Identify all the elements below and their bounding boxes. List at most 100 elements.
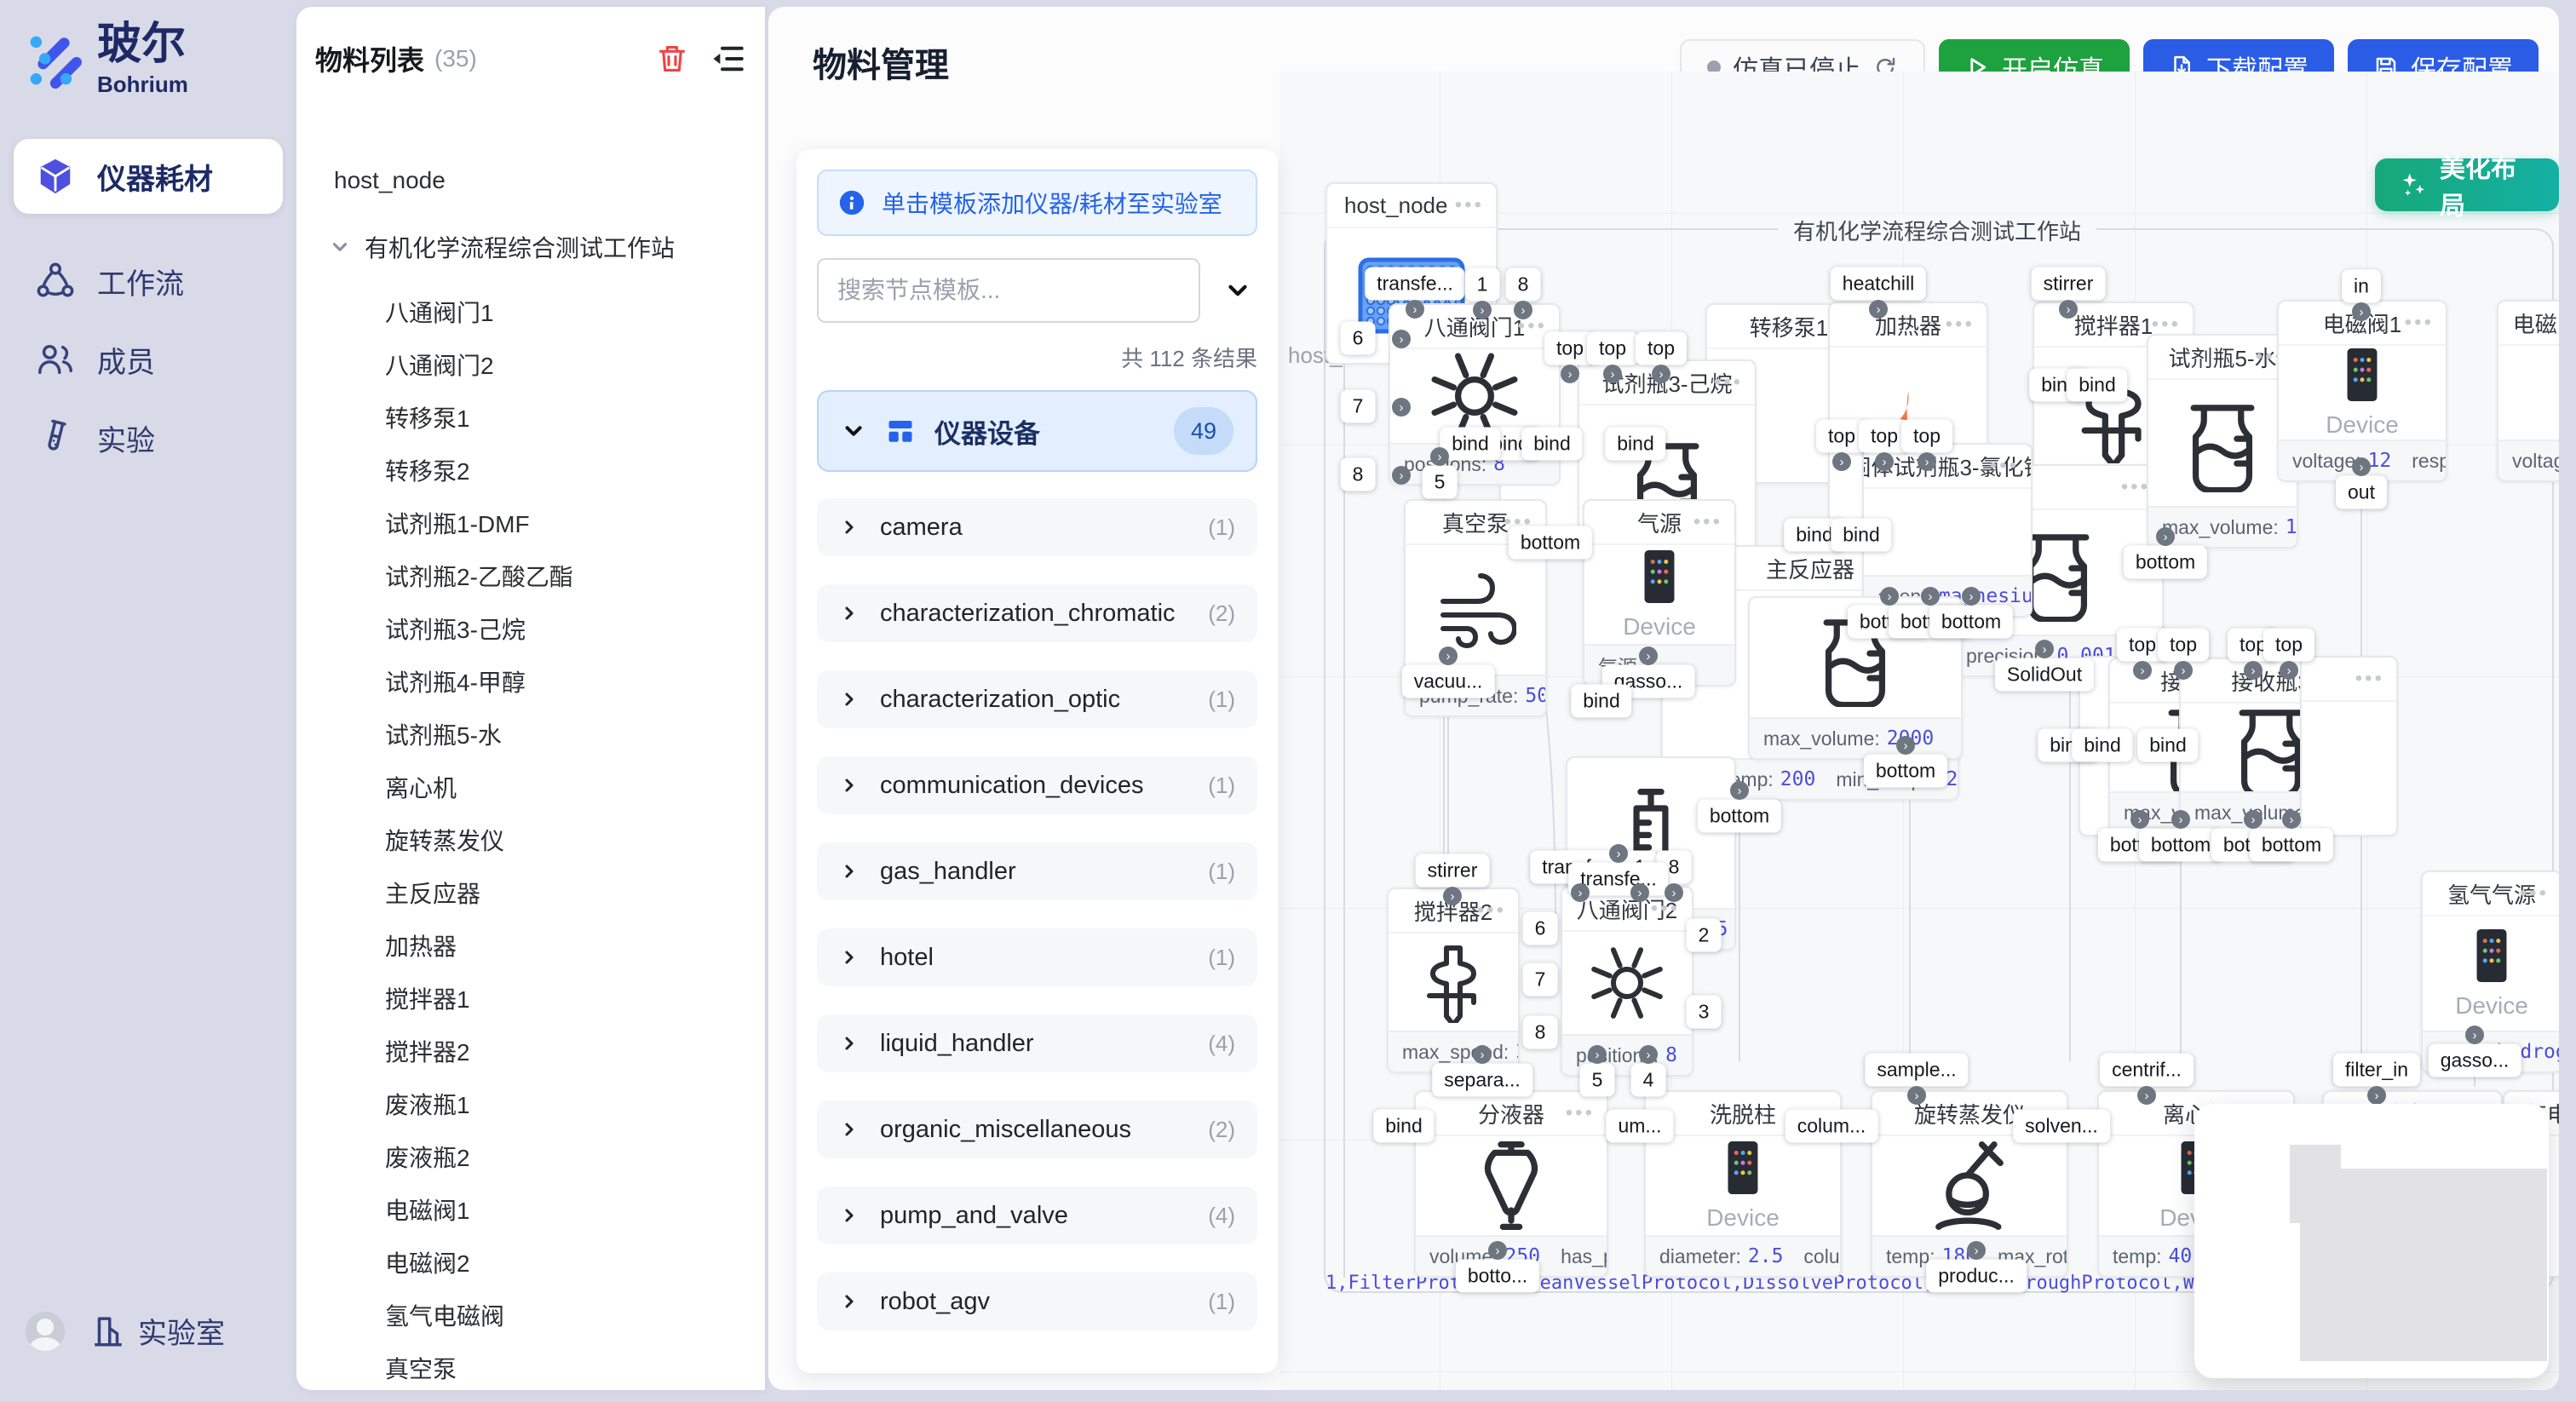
port-dot-icon[interactable]: › [1652,365,1670,383]
tree-item[interactable]: 离心机 [385,770,457,804]
tree-item[interactable]: 八通阀门2 [385,348,494,382]
chevron-down-icon[interactable] [1223,276,1252,305]
port-chip-5[interactable]: 5 [1580,1064,1615,1097]
port-chip-gasso[interactable]: gasso... [2429,1044,2521,1077]
port-chip-6[interactable]: 6 [1341,322,1376,355]
tree-item[interactable]: 搅拌器1 [385,981,470,1015]
port-chip-top[interactable]: top [2158,629,2209,662]
port-chip-bind[interactable]: bind [2072,729,2132,762]
port-dot-icon[interactable]: › [2156,527,2175,546]
node-menu-icon[interactable]: ••• [2405,302,2434,344]
port-chip-7[interactable]: 7 [1523,963,1558,997]
tree-group-workstation[interactable]: 有机化学流程综合测试工作站 [329,230,675,264]
port-dot-icon[interactable]: › [1921,587,1940,606]
port-chip-transfe[interactable]: transfe... [1365,267,1464,301]
port-chip-botto[interactable]: botto... [1456,1260,1539,1293]
port-dot-icon[interactable]: › [1832,452,1851,471]
category-row-camera[interactable]: camera (1) [817,498,1257,556]
tree-item[interactable]: 电磁阀1 [385,1192,470,1227]
canvas-node-气源[interactable]: 气源••• Device气源 [1583,499,1736,687]
canvas-node-试剂瓶5-水[interactable]: 试剂瓶5-水••• max_volume:1000 [2147,334,2298,549]
port-chip-bind[interactable]: bind [1521,428,1582,461]
port-chip-1[interactable]: 1 [1465,268,1500,302]
port-chip-bind[interactable]: bind [2137,729,2198,762]
port-chip-bind[interactable]: bind [1571,685,1631,718]
port-chip-4[interactable]: 4 [1631,1064,1666,1097]
port-dot-icon[interactable]: › [1488,1241,1507,1260]
flow-canvas[interactable]: 有机化学流程综合测试工作站host_node••• 转移泵1•••八通阀门1••… [1279,72,2559,1390]
category-group-instruments[interactable]: 仪器设备 49 [817,390,1257,472]
port-chip-bottom[interactable]: bottom [1929,606,2013,639]
port-chip-bottom[interactable]: bottom [2139,829,2222,862]
port-chip-filter_in[interactable]: filter_in [2333,1054,2420,1087]
tree-item[interactable]: 转移泵2 [385,453,470,487]
port-dot-icon[interactable]: › [1561,365,1579,383]
port-chip-bind[interactable]: bind [2067,369,2127,402]
port-dot-icon[interactable]: › [2244,810,2263,829]
tree-item[interactable]: 试剂瓶1-DMF [385,506,530,540]
node-menu-icon[interactable]: ••• [1990,445,2019,487]
category-row-characterization_chromatic[interactable]: characterization_chromatic (2) [817,584,1257,642]
category-row-gas_handler[interactable]: gas_handler (1) [817,842,1257,900]
tree-item[interactable]: 试剂瓶2-乙酸乙酯 [385,559,573,593]
sidebar-item-instruments[interactable]: 仪器耗材 [14,139,283,214]
port-chip-in[interactable]: in [2342,270,2381,303]
port-dot-icon[interactable]: › [2171,810,2190,829]
canvas-node-电磁阀2[interactable]: 电磁阀2voltage:12 [2497,300,2559,482]
tree-item[interactable]: 主反应器 [385,876,480,910]
port-dot-icon[interactable]: › [2282,810,2301,829]
port-chip-colum[interactable]: colum... [1785,1110,1878,1143]
sidebar-item-members[interactable]: 成员 [14,334,283,385]
tree-item[interactable]: 氢气电磁阀 [385,1298,504,1332]
port-dot-icon[interactable]: › [1967,1241,1986,1260]
port-chip-8[interactable]: 8 [1523,1016,1558,1049]
category-row-organic_miscellaneous[interactable]: organic_miscellaneous (2) [817,1100,1257,1158]
port-dot-icon[interactable]: › [1392,330,1411,348]
port-chip-2[interactable]: 2 [1687,919,1722,952]
tree-item[interactable]: 旋转蒸发仪 [385,823,504,857]
canvas-node-电磁阀1[interactable]: 电磁阀1••• Devicevoltage:12response_time:0.… [2277,300,2447,482]
port-dot-icon[interactable]: › [2352,457,2371,476]
minimap-panel[interactable] [2194,1104,2549,1378]
category-row-pump_and_valve[interactable]: pump_and_valve (4) [817,1187,1257,1244]
port-chip-bottom[interactable]: bottom [1698,800,1781,833]
port-chip-7[interactable]: 7 [1341,390,1376,423]
port-dot-icon[interactable]: › [1918,452,1936,471]
port-dot-icon[interactable]: › [1439,646,1458,665]
beautify-layout-button[interactable]: 美化布局 [2375,158,2559,211]
port-chip-bottom[interactable]: bottom [1864,755,1947,788]
chevron-down-icon[interactable] [329,236,351,258]
node-menu-icon[interactable]: ••• [1714,361,1743,404]
port-chip-solven[interactable]: solven... [2013,1110,2110,1143]
port-chip-bottom[interactable]: bottom [1509,526,1592,560]
port-chip-stirrer[interactable]: stirrer [1416,854,1490,888]
port-dot-icon[interactable]: › [1514,301,1532,319]
trash-icon[interactable] [656,43,688,75]
port-chip-bind[interactable]: bind [1831,519,1891,552]
port-chip-SolidOut[interactable]: SolidOut [1995,658,2094,692]
port-dot-icon[interactable]: › [1896,736,1915,755]
sidebar-item-lab[interactable]: 实验室 [90,1310,225,1352]
port-chip-produc[interactable]: produc... [1926,1260,2027,1293]
port-dot-icon[interactable]: › [1392,466,1411,485]
tree-item[interactable]: 搅拌器2 [385,1034,470,1068]
port-dot-icon[interactable]: › [1392,398,1411,417]
port-chip-top[interactable]: top [1901,420,1952,453]
node-menu-icon[interactable]: ••• [1477,889,1506,932]
tree-item[interactable]: 废液瓶1 [385,1087,470,1121]
port-dot-icon[interactable]: › [1430,447,1449,466]
canvas-node-搅拌器2[interactable]: 搅拌器2••• max_speed:2000 [1387,888,1520,1073]
port-chip-top[interactable]: top [2263,629,2314,662]
port-dot-icon[interactable]: › [2133,661,2152,680]
port-dot-icon[interactable]: › [2352,302,2371,321]
port-dot-icon[interactable]: › [2280,661,2298,680]
port-dot-icon[interactable]: › [1588,1045,1607,1064]
port-chip-separa[interactable]: separa... [1432,1064,1532,1097]
port-dot-icon[interactable]: › [2130,810,2149,829]
node-menu-icon[interactable]: ••• [1455,184,1484,227]
port-chip-top[interactable]: top [1636,332,1687,365]
port-dot-icon[interactable]: › [2059,300,2078,319]
port-dot-icon[interactable]: › [1869,300,1888,319]
category-row-robot_agv[interactable]: robot_agv (1) [817,1273,1257,1330]
port-dot-icon[interactable]: › [1639,646,1658,665]
